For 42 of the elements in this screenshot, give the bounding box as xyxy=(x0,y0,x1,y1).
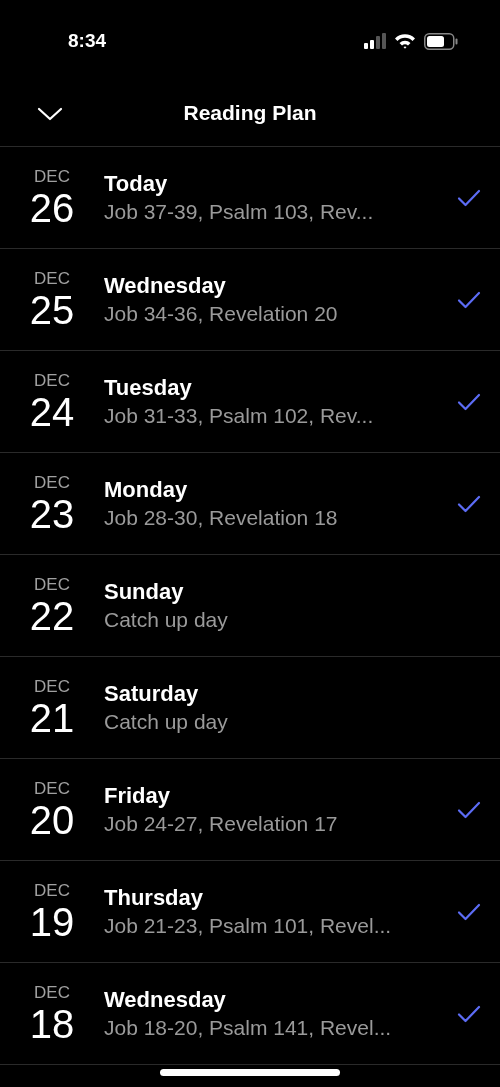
reading-passages: Catch up day xyxy=(104,606,229,633)
reading-passages: Job 34-36, Revelation 20 xyxy=(104,300,339,327)
day-number: 25 xyxy=(29,288,75,331)
day-number: 19 xyxy=(29,900,75,943)
reading-passages: Job 18-20, Psalm 141, Revel... xyxy=(104,1014,393,1041)
day-title: Friday xyxy=(104,781,172,810)
month-label: DEC xyxy=(34,472,70,493)
reading-passages: Job 24-27, Revelation 17 xyxy=(104,810,339,837)
day-title: Today xyxy=(104,169,169,198)
month-label: DEC xyxy=(34,268,70,289)
month-label: DEC xyxy=(34,778,70,799)
month-label: DEC xyxy=(34,982,70,1003)
screen-title: Reading Plan xyxy=(183,100,317,127)
month-label: DEC xyxy=(34,166,70,187)
status-time: 8:34 xyxy=(68,28,107,53)
wifi-icon xyxy=(394,33,416,49)
day-title: Tuesday xyxy=(104,373,193,402)
reading-passages: Job 21-23, Psalm 101, Revel... xyxy=(104,912,393,939)
reading-passages: Job 28-30, Revelation 18 xyxy=(104,504,339,531)
day-title: Saturday xyxy=(104,679,200,708)
day-number: 21 xyxy=(29,696,75,739)
month-label: DEC xyxy=(34,880,70,901)
day-number: 24 xyxy=(29,390,75,433)
reading-passages: Job 31-33, Psalm 102, Rev... xyxy=(104,402,375,429)
chevron-down-icon xyxy=(37,107,63,121)
battery-icon xyxy=(424,32,458,50)
reading-passages: Job 37-39, Psalm 103, Rev... xyxy=(104,198,375,225)
day-title: Wednesday xyxy=(104,271,227,300)
reading-passages: Catch up day xyxy=(104,708,229,735)
day-number: 23 xyxy=(29,492,75,535)
signal-icon xyxy=(364,33,386,49)
day-title: Wednesday xyxy=(104,985,227,1014)
day-number: 26 xyxy=(29,186,75,229)
day-title: Sunday xyxy=(104,577,185,606)
day-title: Monday xyxy=(104,475,189,504)
month-label: DEC xyxy=(34,370,70,391)
day-number: 22 xyxy=(29,594,75,637)
day-title: Thursday xyxy=(104,883,205,912)
day-number: 20 xyxy=(29,798,75,841)
month-label: DEC xyxy=(34,574,70,595)
month-label: DEC xyxy=(34,676,70,697)
day-number: 18 xyxy=(29,1002,75,1045)
